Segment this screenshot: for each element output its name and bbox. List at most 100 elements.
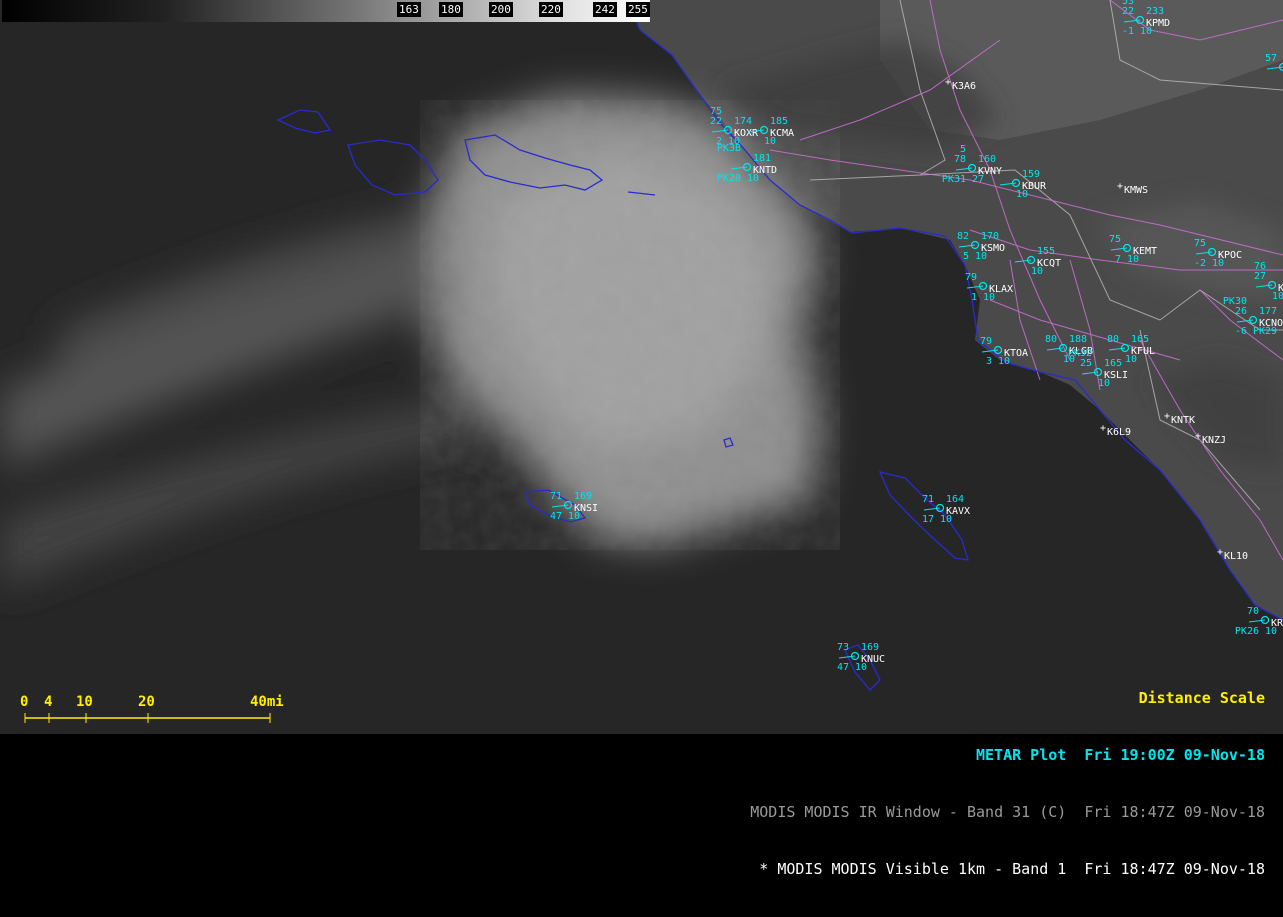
- ir-layer-name: MODIS MODIS IR Window - Band 31 (C): [750, 803, 1066, 821]
- station-dewpoint: 47: [550, 511, 562, 522]
- colorbar-tick: 255: [626, 2, 650, 17]
- station-plus-marker: +: [1100, 423, 1106, 434]
- station-visibility: 10: [1265, 626, 1277, 637]
- station-extra: 53: [1122, 0, 1134, 7]
- station-dewpoint: 17: [922, 514, 934, 525]
- station-id: KNZJ: [1202, 435, 1226, 446]
- ir-layer-time: Fri 18:47Z 09-Nov-18: [1084, 803, 1265, 821]
- station-pressure: 155: [1037, 246, 1055, 257]
- station-extra: PK30: [1223, 296, 1247, 307]
- satellite-map: KPMD22-12335310KOXR2221747510KCMA18510KN…: [0, 0, 1283, 734]
- station-visibility: 10: [1127, 254, 1139, 265]
- station-pressure: 188: [1069, 334, 1087, 345]
- station-pressure: 233: [1146, 6, 1164, 17]
- distance-scale-bar: 0 4 10 20 40mi: [20, 694, 310, 726]
- station-temperature: 78: [954, 154, 966, 165]
- station-temperature: 75: [1194, 238, 1206, 249]
- colorbar-tick: 242: [593, 2, 617, 17]
- station-temperature: 79: [980, 336, 992, 347]
- station-temperature: 27: [1254, 271, 1266, 282]
- station-id: KL10: [1224, 551, 1248, 562]
- station-visibility: PK29: [1253, 326, 1277, 337]
- station-visibility: 10: [1098, 378, 1110, 389]
- station-plus-marker: +: [1164, 411, 1170, 422]
- station-dewpoint: PK26: [1235, 626, 1259, 637]
- station-extra: PK3B: [717, 143, 741, 154]
- layer-legend: Distance Scale METAR Plot Fri 19:00Z 09-…: [750, 651, 1265, 917]
- station-dewpoint: 7: [1115, 254, 1121, 265]
- station-id: K3A6: [952, 81, 976, 92]
- station-dewpoint: -6: [1235, 326, 1247, 337]
- station-temperature: 22: [1122, 6, 1134, 17]
- station-plus-marker: +: [1217, 547, 1223, 558]
- station-extra: 5: [960, 144, 966, 155]
- station-pressure: 174: [734, 116, 752, 127]
- station-visibility: 27: [972, 174, 984, 185]
- station-pressure: 169: [574, 491, 592, 502]
- station-temperature: 26: [1235, 306, 1247, 317]
- station-visibility: 10: [1140, 26, 1152, 37]
- station-temperature: 80: [1045, 334, 1057, 345]
- station-temperature: 71: [550, 491, 562, 502]
- scale-ruler: [20, 694, 310, 726]
- colorbar-tick: 180: [439, 2, 463, 17]
- metar-layer-name: METAR Plot: [976, 746, 1066, 764]
- station-visibility: 10: [1125, 354, 1137, 365]
- station-pressure: 185: [770, 116, 788, 127]
- station-temperature: 71: [922, 494, 934, 505]
- station-visibility: 10: [983, 292, 995, 303]
- station-temperature: 57: [1265, 53, 1277, 64]
- station-visibility: 10: [1031, 266, 1043, 277]
- station-pressure: 181: [753, 153, 771, 164]
- station-plus-marker: +: [945, 77, 951, 88]
- station-visibility: 10: [998, 356, 1010, 367]
- station-visibility: 10: [1272, 291, 1283, 302]
- station-visibility: 10: [568, 511, 580, 522]
- station-id: KMWS: [1124, 185, 1148, 196]
- station-visibility: 10: [747, 173, 759, 184]
- station-id: K6L9: [1107, 427, 1131, 438]
- station-temperature: 82: [957, 231, 969, 242]
- station-dewpoint: -2: [1194, 258, 1206, 269]
- station-temperature: 75: [1109, 234, 1121, 245]
- visible-layer-name: * MODIS MODIS Visible 1km - Band 1: [759, 860, 1066, 878]
- station-id: KNTK: [1171, 415, 1195, 426]
- station-dewpoint: 3: [986, 356, 992, 367]
- station-extra: 75: [710, 106, 722, 117]
- station-pressure: 160: [978, 154, 996, 165]
- station-extra: 76: [1254, 261, 1266, 272]
- station-visibility: 10: [1212, 258, 1224, 269]
- station-visibility: 10: [1016, 189, 1028, 200]
- satellite-imagery: KPMD22-12335310KOXR2221747510KCMA18510KN…: [0, 0, 1283, 734]
- station-dewpoint: 5: [963, 251, 969, 262]
- station-pressure: 177: [1259, 306, 1277, 317]
- station-plus-marker: +: [1195, 431, 1201, 442]
- station-visibility: 10: [764, 136, 776, 147]
- station-plus-marker: +: [1117, 181, 1123, 192]
- station-temperature: 80: [1107, 334, 1119, 345]
- metar-layer-time: Fri 19:00Z 09-Nov-18: [1084, 746, 1265, 764]
- station-pressure: 159: [1022, 169, 1040, 180]
- station-temperature: 79: [965, 272, 977, 283]
- station-dewpoint: PK31: [942, 174, 966, 185]
- station-visibility: 10: [940, 514, 952, 525]
- station-extra: PK32: [1068, 348, 1092, 359]
- colorbar-tick: 220: [539, 2, 563, 17]
- ir-layer-row[interactable]: MODIS MODIS IR Window - Band 31 (C) Fri …: [750, 803, 1265, 822]
- station-dewpoint: -1: [1122, 26, 1134, 37]
- station-dewpoint: 1: [971, 292, 977, 303]
- station-pressure: 165: [1104, 358, 1122, 369]
- station-pressure: 164: [946, 494, 964, 505]
- station-temperature: 70: [1247, 606, 1259, 617]
- station-dewpoint: PK20: [717, 173, 741, 184]
- visible-layer-time: Fri 18:47Z 09-Nov-18: [1084, 860, 1265, 878]
- station-pressure: 170: [981, 231, 999, 242]
- station-temperature: 22: [710, 116, 722, 127]
- station-visibility: 10: [975, 251, 987, 262]
- distance-scale-title: Distance Scale: [750, 689, 1265, 708]
- visible-layer-row[interactable]: * MODIS MODIS Visible 1km - Band 1 Fri 1…: [750, 860, 1265, 879]
- colorbar-tick: 163: [397, 2, 421, 17]
- metar-layer-row[interactable]: METAR Plot Fri 19:00Z 09-Nov-18: [750, 746, 1265, 765]
- station-temperature: 25: [1080, 358, 1092, 369]
- station-pressure: 165: [1131, 334, 1149, 345]
